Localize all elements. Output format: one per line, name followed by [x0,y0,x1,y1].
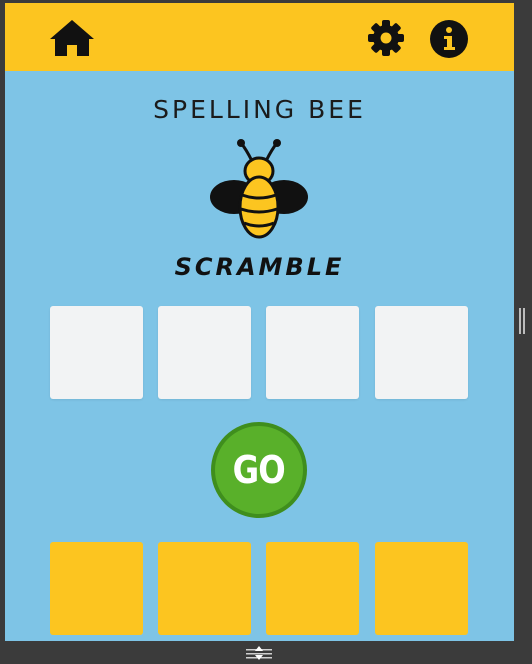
letter-tile[interactable] [266,542,359,635]
answer-slot[interactable] [375,306,468,399]
game-mode-title: SCRAMBLE [174,253,345,281]
letter-tile[interactable] [158,542,251,635]
top-bar [5,3,514,71]
horizontal-resize-handle-icon[interactable] [244,645,274,660]
go-button-label: GO [232,448,286,492]
gear-icon[interactable] [367,19,405,57]
vertical-resize-handle[interactable] [519,308,525,334]
answer-slot[interactable] [266,306,359,399]
answer-slot[interactable] [50,306,143,399]
info-icon[interactable] [429,19,469,59]
letter-tile[interactable] [375,542,468,635]
app-window: SPELLING BEE SCRAMBLE GO [5,3,514,641]
answer-slot[interactable] [158,306,251,399]
go-button[interactable]: GO [211,422,307,518]
page-title: SPELLING BEE [153,95,366,124]
home-icon[interactable] [49,18,95,58]
bee-icon [208,137,310,243]
letter-tile[interactable] [50,542,143,635]
